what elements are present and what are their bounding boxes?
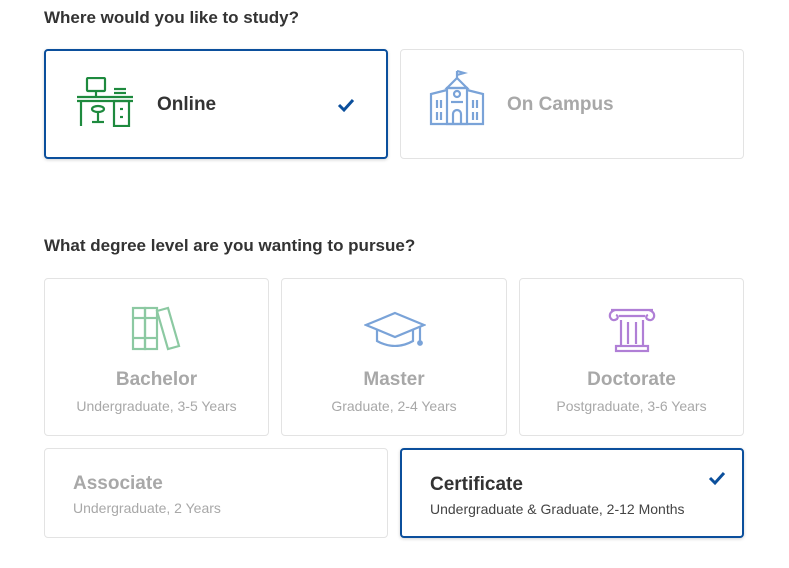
option-online[interactable]: Online bbox=[44, 49, 388, 159]
option-bachelor-title: Bachelor bbox=[115, 369, 198, 390]
option-doctorate[interactable]: Doctorate Postgraduate, 3-6 Years bbox=[519, 278, 744, 436]
degree-level-question: What degree level are you wanting to pur… bbox=[44, 236, 416, 255]
option-certificate-title: Certificate bbox=[430, 474, 523, 495]
checkmark-icon bbox=[708, 471, 726, 486]
checkmark-icon bbox=[337, 98, 355, 113]
option-master-subtitle: Graduate, 2-4 Years bbox=[331, 398, 457, 414]
option-doctorate-subtitle: Postgraduate, 3-6 Years bbox=[556, 398, 707, 414]
option-master-title: Master bbox=[363, 369, 425, 390]
study-location-question: Where would you like to study? bbox=[44, 8, 300, 27]
option-on-campus-label: On Campus bbox=[507, 94, 614, 115]
desk-computer-icon bbox=[77, 77, 133, 127]
option-certificate[interactable]: Certificate Undergraduate & Graduate, 2-… bbox=[400, 448, 744, 538]
option-associate-subtitle: Undergraduate, 2 Years bbox=[73, 500, 221, 516]
option-on-campus[interactable]: On Campus bbox=[400, 49, 744, 159]
option-associate-title: Associate bbox=[73, 473, 163, 494]
option-doctorate-title: Doctorate bbox=[587, 369, 676, 390]
option-bachelor-subtitle: Undergraduate, 3-5 Years bbox=[76, 398, 237, 414]
option-bachelor[interactable]: Bachelor Undergraduate, 3-5 Years bbox=[44, 278, 269, 436]
books-icon bbox=[131, 306, 181, 351]
campus-building-icon bbox=[429, 70, 485, 126]
option-online-label: Online bbox=[157, 94, 217, 115]
option-certificate-subtitle: Undergraduate & Graduate, 2-12 Months bbox=[430, 501, 685, 517]
option-master[interactable]: Master Graduate, 2-4 Years bbox=[281, 278, 507, 436]
option-associate[interactable]: Associate Undergraduate, 2 Years bbox=[44, 448, 388, 538]
column-icon bbox=[608, 308, 656, 353]
graduation-cap-icon bbox=[364, 311, 426, 347]
